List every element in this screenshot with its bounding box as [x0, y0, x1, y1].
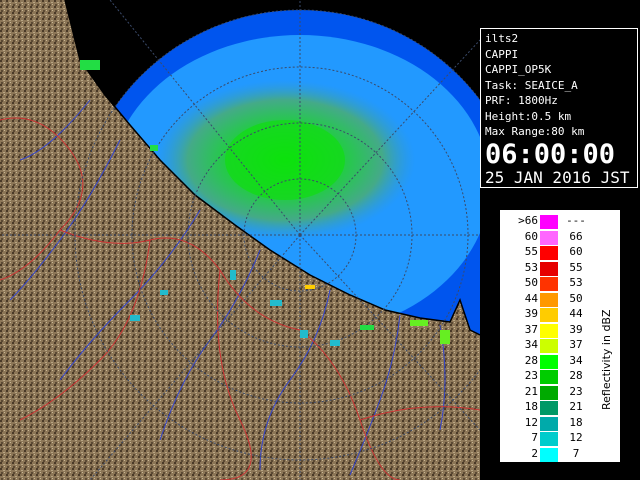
- legend-title: Reflectivity in dBZ: [600, 309, 613, 410]
- legend-swatch: [540, 308, 558, 322]
- observation-time: 06:00:00: [485, 138, 616, 170]
- echo-core: [225, 120, 345, 200]
- legend-lower-bound: 7: [531, 431, 538, 444]
- legend-lower-bound: 34: [524, 338, 538, 351]
- legend-swatch: [540, 215, 558, 229]
- legend-upper-bound: 55: [569, 260, 583, 274]
- legend-swatch: [540, 292, 558, 307]
- legend-lower-bound: 50: [524, 276, 538, 289]
- legend-upper-bound: 44: [569, 307, 583, 320]
- legend-lower-bound: 44: [524, 291, 538, 305]
- legend-lower-bound: >66: [518, 214, 538, 227]
- legend-swatch: [540, 447, 558, 462]
- legend-lower-bound: 2: [531, 446, 538, 460]
- legend-row: 7 12: [500, 431, 600, 447]
- legend-row: 27: [500, 447, 600, 463]
- legend-row: 37 39: [500, 323, 600, 339]
- legend-swatch: [540, 370, 558, 384]
- legend-lower-bound: 60: [524, 229, 538, 243]
- legend-upper-bound: 28: [569, 369, 583, 382]
- legend-row: 23 28: [500, 369, 600, 385]
- legend-upper-bound: 23: [569, 384, 583, 398]
- legend-row: 53 55: [500, 261, 600, 277]
- product-name: CAPPI: [485, 47, 519, 61]
- legend-row: >66 ---: [500, 214, 600, 230]
- legend-lower-bound: 21: [524, 384, 538, 398]
- legend-row: 12 18: [500, 416, 600, 432]
- radar-display: ilts2 CAPPI CAPPI_OP5K Task: SEAICE_A PR…: [0, 0, 640, 480]
- reflectivity-legend: >66 --- 60 66 55 60 53 55 50 53 44 50 39 44 37 39 34 37 28…: [500, 210, 620, 462]
- legend-row: 44 50: [500, 292, 600, 308]
- legend-swatch: [540, 230, 558, 245]
- radar-info-panel: ilts2 CAPPI CAPPI_OP5K Task: SEAICE_A PR…: [480, 28, 638, 188]
- legend-lower-bound: 28: [524, 353, 538, 367]
- observation-date: 25 JAN 2016 JST: [485, 167, 630, 187]
- legend-row: 21 23: [500, 385, 600, 401]
- prf-label: PRF: 1800Hz: [485, 94, 558, 107]
- legend-swatch: [540, 385, 558, 400]
- legend-row: 18 21: [500, 400, 600, 416]
- legend-upper-bound: 53: [569, 276, 583, 289]
- legend-lower-bound: 39: [524, 307, 538, 320]
- product-code: CAPPI_OP5K: [485, 63, 552, 76]
- legend-row: 55 60: [500, 245, 600, 261]
- legend-swatch: [540, 339, 558, 353]
- legend-upper-bound: 34: [569, 353, 583, 367]
- legend-lower-bound: 55: [524, 245, 538, 258]
- legend-swatch: [540, 261, 558, 276]
- legend-swatch: [540, 432, 558, 446]
- legend-upper-bound: 50: [569, 291, 583, 305]
- legend-lower-bound: 37: [524, 322, 538, 336]
- legend-swatch: [540, 246, 558, 260]
- legend-upper-bound: ---: [566, 214, 586, 227]
- task-label: Task: SEAICE_A: [485, 78, 578, 92]
- legend-upper-bound: 7: [572, 446, 580, 460]
- legend-row: 34 37: [500, 338, 600, 354]
- legend-lower-bound: 23: [524, 369, 538, 382]
- station-name: ilts2: [485, 32, 519, 45]
- legend-upper-bound: 12: [569, 431, 583, 444]
- legend-swatch: [540, 416, 558, 431]
- legend-swatch: [540, 401, 558, 415]
- legend-upper-bound: 66: [569, 229, 583, 243]
- height-label: Height:0.5 km: [485, 109, 572, 123]
- legend-upper-bound: 60: [569, 245, 583, 258]
- legend-upper-bound: 39: [569, 322, 583, 336]
- max-range-label: Max Range:80 km: [485, 125, 585, 138]
- legend-upper-bound: 21: [569, 400, 583, 413]
- legend-row: 50 53: [500, 276, 600, 292]
- legend-upper-bound: 18: [569, 415, 583, 429]
- legend-row: 39 44: [500, 307, 600, 323]
- legend-swatch: [540, 323, 558, 338]
- legend-unit: Reflectivity in dBZ: [592, 270, 622, 420]
- legend-lower-bound: 12: [524, 415, 538, 429]
- legend-swatch: [540, 277, 558, 291]
- radar-map: [0, 0, 480, 480]
- legend-lower-bound: 53: [524, 260, 538, 274]
- legend-lower-bound: 18: [524, 400, 538, 413]
- legend-row: 60 66: [500, 230, 600, 246]
- legend-upper-bound: 37: [569, 338, 583, 351]
- legend-row: 28 34: [500, 354, 600, 370]
- legend-swatch: [540, 354, 558, 369]
